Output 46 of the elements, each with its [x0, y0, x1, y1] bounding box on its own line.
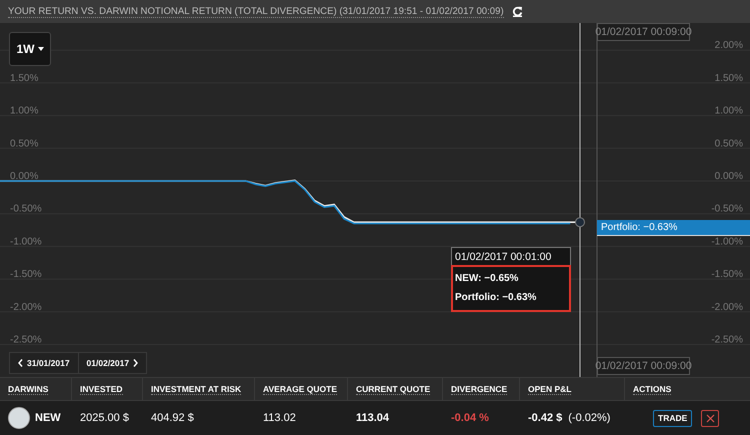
- darwin-name: NEW: [35, 412, 61, 424]
- table-cell-text: 404.92 $: [150, 411, 195, 426]
- previous-date-button[interactable]: 31/01/2017: [10, 353, 78, 373]
- chart-title: YOUR RETURN VS. DARWIN NOTIONAL RETURN (TOTAL DIVERGENCE) (31/01/2017 19:51 - 01/02/2017 00:09): [8, 6, 504, 18]
- next-date-button[interactable]: 01/02/2017: [78, 353, 146, 373]
- axis-label: -2.00%: [711, 302, 743, 313]
- axis-label: 1.00%: [10, 106, 38, 117]
- axis-label: 1.50%: [714, 72, 743, 84]
- table-cell-text: -0.04 %: [450, 411, 490, 426]
- column-header: DARWINS: [0, 378, 72, 400]
- series-value-tag: Portfolio: −0.63%: [597, 220, 750, 236]
- column-header: INVESTED: [72, 378, 143, 400]
- axis-label: 0.50%: [714, 138, 743, 150]
- axis-label: -2.50%: [10, 334, 42, 346]
- date-label: 01/02/2017 00:09:00: [597, 23, 690, 41]
- trade-button[interactable]: TRADE: [653, 410, 692, 426]
- axis-label: -1.00%: [711, 236, 743, 248]
- table-cell-text: 2025.00 $: [79, 411, 130, 426]
- column-header: INVESTMENT AT RISK: [143, 378, 255, 400]
- tooltip-date: 01/02/2017 00:01:00: [454, 250, 552, 265]
- tooltip-value: NEW: −0.65%: [455, 272, 520, 286]
- axis-label: 0.00%: [714, 171, 743, 182]
- axis-label: 1.00%: [714, 106, 743, 117]
- axis-label: 2.00%: [714, 40, 743, 52]
- axis-label: -0.50%: [711, 204, 743, 215]
- column-header: AVERAGE QUOTE: [255, 378, 348, 400]
- range-dropdown[interactable]: 1W: [9, 32, 51, 66]
- open-pl-percent: (-0.02%): [568, 412, 610, 424]
- axis-label: -2.50%: [711, 334, 743, 346]
- column-header: ACTIONS: [632, 382, 672, 396]
- axis-label: -1.00%: [10, 236, 42, 248]
- axis-label: 1.50%: [10, 72, 38, 84]
- axis-label: -0.50%: [10, 204, 42, 215]
- column-header: DIVERGENCE: [443, 378, 520, 400]
- axis-label: -2.00%: [10, 302, 42, 313]
- open-pl-value: -0.42 $: [528, 412, 562, 424]
- axis-label: -1.50%: [10, 269, 42, 280]
- date-label: 01/02/2017 00:09:00: [597, 357, 690, 375]
- tooltip-value: Portfolio: −0.63%: [455, 291, 538, 305]
- column-header: OPEN P&L: [520, 378, 625, 400]
- axis-label: 0.50%: [10, 138, 38, 150]
- axis-label: -1.50%: [711, 269, 743, 280]
- table-cell-text: 113.02: [262, 411, 297, 426]
- column-header: CURRENT QUOTE: [348, 378, 443, 400]
- table-cell-text: 113.04: [355, 411, 390, 426]
- axis-label: 0.00%: [10, 171, 38, 182]
